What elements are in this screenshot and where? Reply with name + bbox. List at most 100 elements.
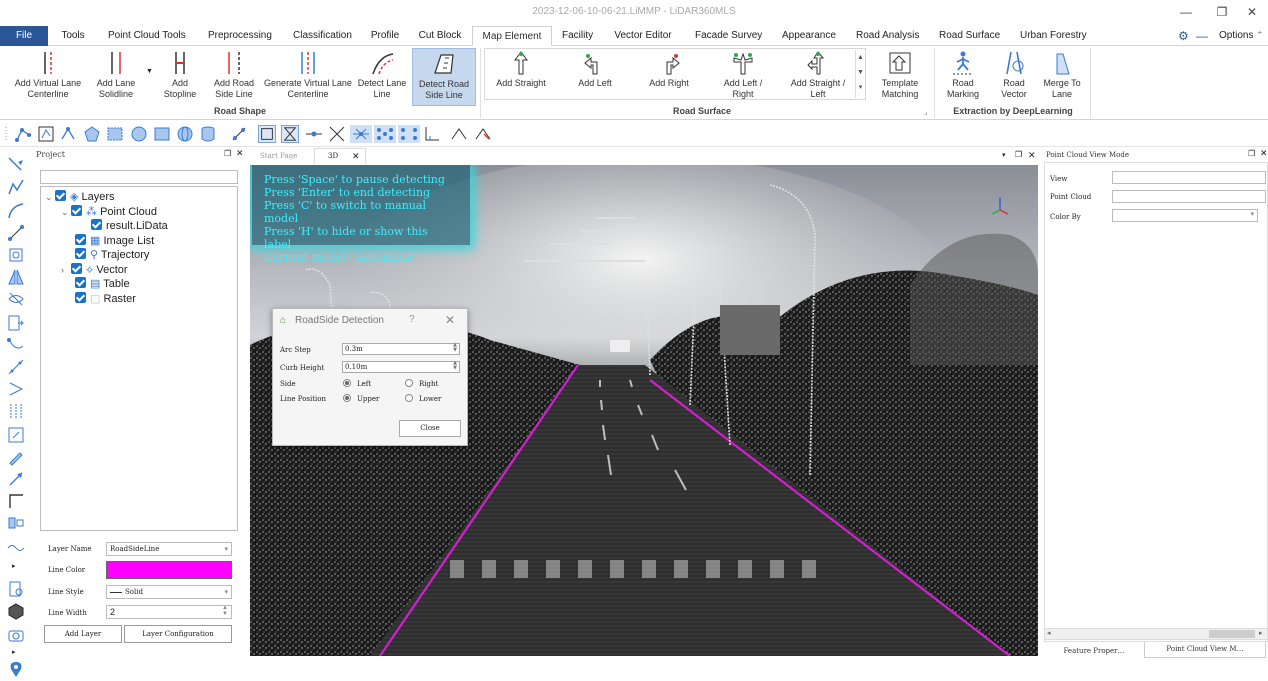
options-menu[interactable]: Options <box>1219 30 1253 41</box>
pin-icon[interactable]: ❐ <box>1248 149 1255 158</box>
pin-icon[interactable]: ❐ <box>1015 150 1022 159</box>
tree-item-point-cloud[interactable]: ⌄ ⁂ Point Cloud <box>61 205 157 219</box>
line-node-icon[interactable] <box>305 125 323 143</box>
measure-line-icon[interactable] <box>7 358 25 376</box>
curve-node-icon[interactable] <box>7 336 25 354</box>
arc-icon[interactable] <box>7 202 25 220</box>
tab-preprocessing[interactable]: Preprocessing <box>208 26 272 46</box>
tab-tools[interactable]: Tools <box>58 26 88 46</box>
horizontal-scrollbar[interactable]: ◂ ▸ <box>1044 628 1268 640</box>
gallery-scroll[interactable]: ▲ ▼ ▾ <box>855 50 865 98</box>
chevron-down-icon[interactable]: ▾ <box>1002 151 1006 159</box>
arrows-spread-icon[interactable] <box>350 125 372 143</box>
chevron-right-icon[interactable]: › <box>61 263 71 277</box>
tab-point-cloud-tools[interactable]: Point Cloud Tools <box>108 26 186 46</box>
curb-height-spinner[interactable]: 0.10m ▲ ▼ <box>342 361 460 373</box>
link-nodes-icon[interactable] <box>230 125 248 143</box>
minimize-icon[interactable]: — <box>1176 3 1196 21</box>
color-by-select[interactable]: ▾ <box>1112 209 1258 222</box>
add-right-button[interactable]: Add Right <box>640 48 698 102</box>
scroll-thumb[interactable] <box>1209 630 1255 638</box>
pick-tool-icon[interactable] <box>7 156 25 174</box>
restore-icon[interactable]: ❐ <box>1212 3 1232 21</box>
checkbox[interactable] <box>75 234 86 245</box>
road-marking-button[interactable]: Road Marking <box>940 48 986 102</box>
connect-icon[interactable] <box>7 380 25 398</box>
location-pin-icon[interactable] <box>7 660 25 678</box>
add-lane-solidline-button[interactable]: Add Lane Solidline <box>90 48 142 102</box>
tree-item-raster[interactable]: ▢ Raster <box>75 292 136 306</box>
spinner-arrows-icon[interactable]: ▲ ▼ <box>453 361 457 371</box>
scale-icon[interactable] <box>7 246 25 264</box>
position-upper-radio[interactable]: Upper <box>343 394 379 403</box>
checkbox[interactable] <box>91 219 102 230</box>
add-stopline-button[interactable]: Add Stopline <box>158 48 202 102</box>
line-style-select[interactable]: Solid ▾ <box>106 585 232 599</box>
rect-select-icon[interactable] <box>106 125 124 143</box>
split-box-icon[interactable] <box>7 314 25 332</box>
pin-icon[interactable]: ❐ <box>224 149 231 158</box>
line-color-swatch[interactable] <box>106 561 232 579</box>
wave-icon[interactable] <box>7 538 25 556</box>
detect-road-side-line-button[interactable]: Detect Road Side Line <box>412 48 476 106</box>
tab-urban-forestry[interactable]: Urban Forestry <box>1020 26 1087 46</box>
checkbox[interactable] <box>71 263 82 274</box>
break-line-red-icon[interactable] <box>474 125 492 143</box>
add-left-button[interactable]: Add Left <box>566 48 624 102</box>
tab-appearance[interactable]: Appearance <box>782 26 836 46</box>
box-edit-icon[interactable] <box>7 426 25 444</box>
tab-road-surface[interactable]: Road Surface <box>939 26 1000 46</box>
mirror-icon[interactable] <box>7 268 25 286</box>
position-lower-radio[interactable]: Lower <box>405 394 441 403</box>
align-icon[interactable] <box>7 514 25 532</box>
generate-virtual-lane-centerline-button[interactable]: Generate Virtual Lane Centerline <box>264 48 352 102</box>
eye-cut-icon[interactable] <box>7 290 25 308</box>
add-virtual-lane-centerline-button[interactable]: Add Virtual Lane Centerline <box>12 48 84 102</box>
draw-arrow-icon[interactable] <box>7 470 25 488</box>
tab-3d[interactable]: 3D <box>328 152 338 160</box>
parallel-lines-icon[interactable] <box>7 402 25 420</box>
layer-configuration-button[interactable]: Layer Configuration <box>124 625 232 643</box>
tab-facility[interactable]: Facility <box>562 26 593 46</box>
help-button[interactable]: ? <box>409 314 415 325</box>
tree-item-vector[interactable]: › ⟡ Vector <box>61 263 128 277</box>
add-road-side-line-button[interactable]: Add Road Side Line <box>210 48 258 102</box>
gear-icon[interactable]: ⚙ <box>1178 29 1189 43</box>
tab-facade-survey[interactable]: Facade Survey <box>695 26 762 46</box>
add-straight-button[interactable]: Add Straight <box>488 48 554 102</box>
camera-icon[interactable] <box>7 626 25 644</box>
checkbox[interactable] <box>75 292 86 303</box>
checkbox[interactable] <box>71 205 82 216</box>
close-icon[interactable]: ✕ <box>1028 150 1036 161</box>
chevron-down-icon[interactable]: ⌃ <box>1256 30 1264 41</box>
merge-nodes-icon[interactable] <box>59 125 77 143</box>
add-left-right-button[interactable]: Add Left / Right <box>712 48 774 102</box>
detect-lane-line-button[interactable]: Detect Lane Line <box>356 48 408 102</box>
tab-profile[interactable]: Profile <box>370 26 400 46</box>
line-width-spinner[interactable]: 2 ▲ ▼ <box>106 605 232 619</box>
tab-map-element[interactable]: Map Element <box>472 26 552 47</box>
view-field[interactable] <box>1112 171 1266 184</box>
tab-start-page[interactable]: Start Page <box>260 152 297 160</box>
tab-cut-block[interactable]: Cut Block <box>418 26 462 46</box>
template-matching-button[interactable]: Template Matching <box>876 48 924 102</box>
spinner-arrows-icon[interactable]: ▲ ▼ <box>222 605 228 617</box>
expand-icon[interactable]: ▸ <box>12 648 16 656</box>
tab-file[interactable]: File <box>0 26 48 46</box>
chevron-down-icon[interactable]: ⌄ <box>45 190 55 204</box>
select-nodes-icon[interactable] <box>37 125 55 143</box>
close-icon[interactable]: ✕ <box>1260 148 1268 159</box>
angle-icon[interactable] <box>423 125 441 143</box>
break-line-icon[interactable] <box>450 125 468 143</box>
arc-step-spinner[interactable]: 0.3m ▲ ▼ <box>342 343 460 355</box>
scroll-left-icon[interactable]: ◂ <box>1047 629 1051 637</box>
side-left-radio[interactable]: Left <box>343 379 371 388</box>
tree-item-result-lidata[interactable]: result.LiData <box>91 219 168 233</box>
dialog-close-icon[interactable]: ✕ <box>445 313 455 327</box>
checkbox[interactable] <box>75 277 86 288</box>
sphere-icon[interactable] <box>176 125 194 143</box>
project-search-input[interactable] <box>40 170 238 184</box>
add-layer-button[interactable]: Add Layer <box>44 625 122 643</box>
hourglass-icon[interactable] <box>281 125 299 143</box>
tab-vector-editor[interactable]: Vector Editor <box>614 26 672 46</box>
